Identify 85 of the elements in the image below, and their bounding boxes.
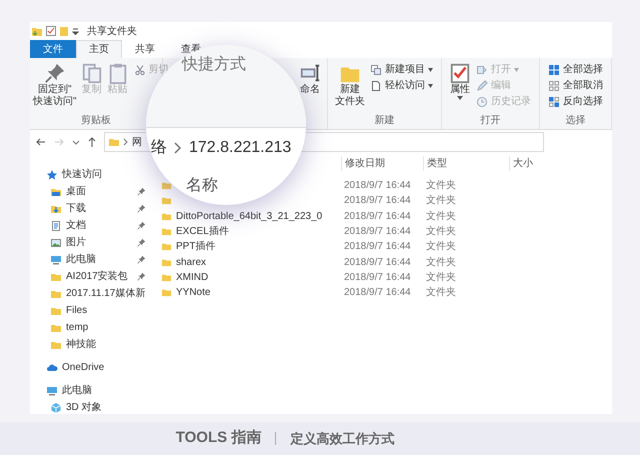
ribbon-button[interactable]: 全部取消 <box>546 78 605 93</box>
file-name[interactable]: EXCEL插件 <box>176 224 229 240</box>
nav-item[interactable]: 图片 <box>30 234 146 251</box>
nav-item[interactable]: 2017.11.17媒体新 <box>30 285 146 302</box>
breadcrumb[interactable]: 网 <box>132 134 142 150</box>
checkbox-icon[interactable] <box>46 26 56 36</box>
nav-item[interactable]: 快速访问 <box>30 166 146 183</box>
caret-icon[interactable] <box>72 27 79 35</box>
nav-item[interactable]: 此电脑 <box>30 251 146 268</box>
picture-icon <box>50 236 62 248</box>
chevron-right-icon <box>174 142 182 154</box>
type-cell-text: 文件夹 <box>425 178 457 194</box>
back-button[interactable] <box>36 137 46 147</box>
pin-icon <box>44 62 66 84</box>
date-cell-text: 2018/9/7 16:44 <box>343 286 412 300</box>
date-cell-text: 2018/9/7 16:44 <box>343 256 412 270</box>
nav-item[interactable]: 3D 对象 <box>30 399 146 414</box>
computer-icon <box>50 254 62 266</box>
type-cell-text: 文件夹 <box>425 240 457 254</box>
ribbon-label: 快捷方式 <box>182 56 246 73</box>
date-cell-text: 2018/9/7 16:44 <box>343 194 412 208</box>
file-name[interactable]: PPT插件 <box>176 239 216 254</box>
ribbon-button[interactable]: 固定到" 快速访问" <box>32 62 78 108</box>
ribbon-button[interactable]: 属性 <box>448 62 472 100</box>
group-label: 新建 <box>374 114 396 128</box>
slogan-text: 定义高效工作方式 <box>290 430 394 448</box>
nav-item[interactable]: 桌面 <box>30 183 146 200</box>
nav-item[interactable]: OneDrive <box>30 359 146 376</box>
ribbon-tab[interactable]: 主页 <box>76 40 122 58</box>
type-cell-text: 文件夹 <box>425 286 457 300</box>
chevron-down-icon[interactable] <box>72 138 80 146</box>
document-icon <box>50 220 62 232</box>
date-cell-text: 2018/9/7 16:44 <box>343 225 412 240</box>
nav-item[interactable]: Files <box>30 302 146 319</box>
chevron-right-icon <box>123 138 129 146</box>
ribbon-button[interactable]: 新建项目 <box>368 62 435 77</box>
type-cell-text: 文件夹 <box>425 256 457 270</box>
pencil-icon <box>476 80 488 92</box>
nav-item[interactable]: 下载 <box>30 200 146 217</box>
pages-icon <box>80 62 103 84</box>
nav-item[interactable]: 此电脑 <box>30 382 146 399</box>
ribbon-button[interactable]: 反向选择 <box>546 94 605 109</box>
group-label: 打开 <box>480 114 502 128</box>
ribbon-button[interactable]: 新建 文件夹 <box>334 62 366 108</box>
rename-icon <box>299 62 321 84</box>
grid-icon <box>548 96 560 108</box>
column-header[interactable]: 大小 <box>509 156 569 170</box>
column-header[interactable]: 修改日期 <box>341 156 423 170</box>
checkmark-page-icon <box>449 62 471 84</box>
grid-icon <box>548 80 560 92</box>
ribbon-button[interactable]: 全部选择 <box>546 62 605 77</box>
grid-icon <box>548 64 560 76</box>
file-menu-tab[interactable]: 文件 <box>30 40 76 58</box>
open-icon <box>476 64 488 76</box>
date-cell-text: 2018/9/7 16:44 <box>343 179 412 194</box>
nav-item[interactable]: temp <box>30 319 146 336</box>
brand-text: TOOLS 指南 <box>176 428 262 448</box>
page-icon <box>370 80 382 92</box>
file-name[interactable]: XMIND <box>176 270 208 285</box>
nav-item[interactable]: 文档 <box>30 217 146 234</box>
type-cell-text: 文件夹 <box>425 210 457 224</box>
new-item-icon <box>370 64 382 76</box>
file-name[interactable]: YYNote <box>176 285 210 300</box>
type-cell-text: 文件夹 <box>425 270 457 285</box>
column-header[interactable]: 类型 <box>423 156 509 170</box>
up-arrow-icon[interactable] <box>88 137 96 147</box>
group-label: 剪贴板 <box>80 114 112 128</box>
ribbon-button[interactable]: 轻松访问 <box>368 78 435 93</box>
type-cell-text: 文件夹 <box>425 224 457 240</box>
scissors-icon <box>134 64 146 76</box>
date-cell-text: 2018/9/7 16:44 <box>343 210 412 224</box>
file-name[interactable]: sharex <box>176 254 206 270</box>
nav-item[interactable]: 神技能 <box>30 336 146 353</box>
date-cell-text: 2018/9/7 16:44 <box>343 240 412 254</box>
window-title: 共享文件夹 <box>87 24 137 38</box>
star-icon <box>46 168 58 180</box>
column-header[interactable]: 名称 <box>186 177 218 194</box>
date-cell-text: 2018/9/7 16:44 <box>343 270 412 285</box>
type-cell-text: 文件夹 <box>425 194 457 208</box>
cloud-icon <box>46 362 58 374</box>
group-label: 选择 <box>564 114 586 128</box>
file-name[interactable]: DittoPortable_64bit_3_21_223_0 <box>176 208 322 224</box>
computer-icon <box>46 384 58 396</box>
clock-icon <box>476 96 488 108</box>
nav-item[interactable]: AI2017安装包 <box>30 268 146 285</box>
